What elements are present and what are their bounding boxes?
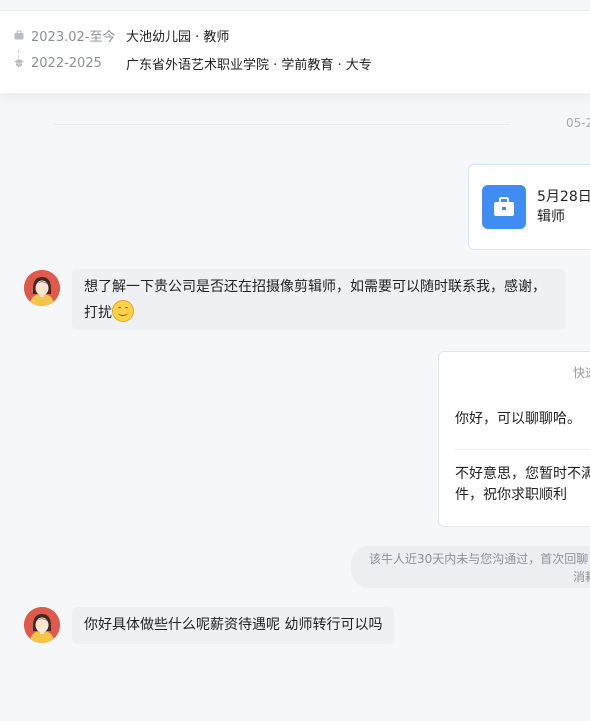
job-card-text: 5月28日 辑师: [537, 187, 590, 227]
quick-reply-card: 快速 你好，可以聊聊哈。 不好意思，您暂时不满 件，祝你求职顺利: [438, 351, 590, 527]
education-info: 广东省外语艺术职业学院 · 学前教育 · 大专: [126, 57, 372, 73]
quick-reply-separator: [455, 449, 590, 450]
experience-date: 2023.02-至今: [31, 29, 116, 45]
system-notice: 该牛人近30天内未与您沟通过，首次回聊 消耗: [351, 546, 590, 588]
job-card-title: 辑师: [537, 209, 565, 225]
experience-info: 大池幼儿园 · 教师: [126, 29, 230, 45]
system-notice-line2: 消耗: [573, 570, 590, 584]
quick-reply-option-2-line2: 件，祝你求职顺利: [455, 487, 567, 503]
incoming-message-bubble: 想了解一下贵公司是否还在招摄像剪辑师，如需要可以随时联系我，感谢， 打扰: [72, 269, 566, 330]
message-line2: 打扰: [84, 305, 112, 321]
briefcase-small-icon: [13, 29, 25, 41]
job-card-date: 5月28日: [537, 189, 590, 205]
message-line1: 想了解一下贵公司是否还在招摄像剪辑师，如需要可以随时联系我，感谢，: [84, 279, 546, 295]
user-avatar[interactable]: [24, 270, 60, 306]
message-line2-row: 打扰: [84, 300, 554, 326]
user-avatar[interactable]: [24, 607, 60, 643]
quick-reply-option-1[interactable]: 你好，可以聊聊哈。: [455, 408, 581, 428]
education-row: 2022-2025 广东省外语艺术职业学院 · 学前教育 · 大专: [13, 53, 372, 73]
system-notice-line1: 该牛人近30天内未与您沟通过，首次回聊: [369, 552, 589, 566]
job-invite-card[interactable]: 5月28日 辑师: [468, 164, 590, 250]
quick-reply-title: 快速: [573, 366, 590, 380]
graduation-cap-icon: [13, 57, 25, 69]
quick-reply-option-2-line1: 不好意思，您暂时不满: [455, 466, 590, 482]
briefcase-icon: [482, 185, 526, 229]
date-divider: [54, 124, 510, 125]
candidate-summary-card: 2023.02-至今 大池幼儿园 · 教师 2022-2025 广东省外语艺术职…: [0, 10, 590, 93]
experience-row: 2023.02-至今 大池幼儿园 · 教师: [13, 25, 229, 45]
education-date: 2022-2025: [31, 55, 102, 71]
smile-emoji-icon: [112, 300, 134, 322]
incoming-message-bubble-2: 你好具体做些什么呢薪资待遇呢 幼师转行可以吗: [72, 607, 394, 644]
message-date: 05-2: [566, 116, 590, 130]
quick-reply-option-2[interactable]: 不好意思，您暂时不满 件，祝你求职顺利: [455, 464, 590, 506]
